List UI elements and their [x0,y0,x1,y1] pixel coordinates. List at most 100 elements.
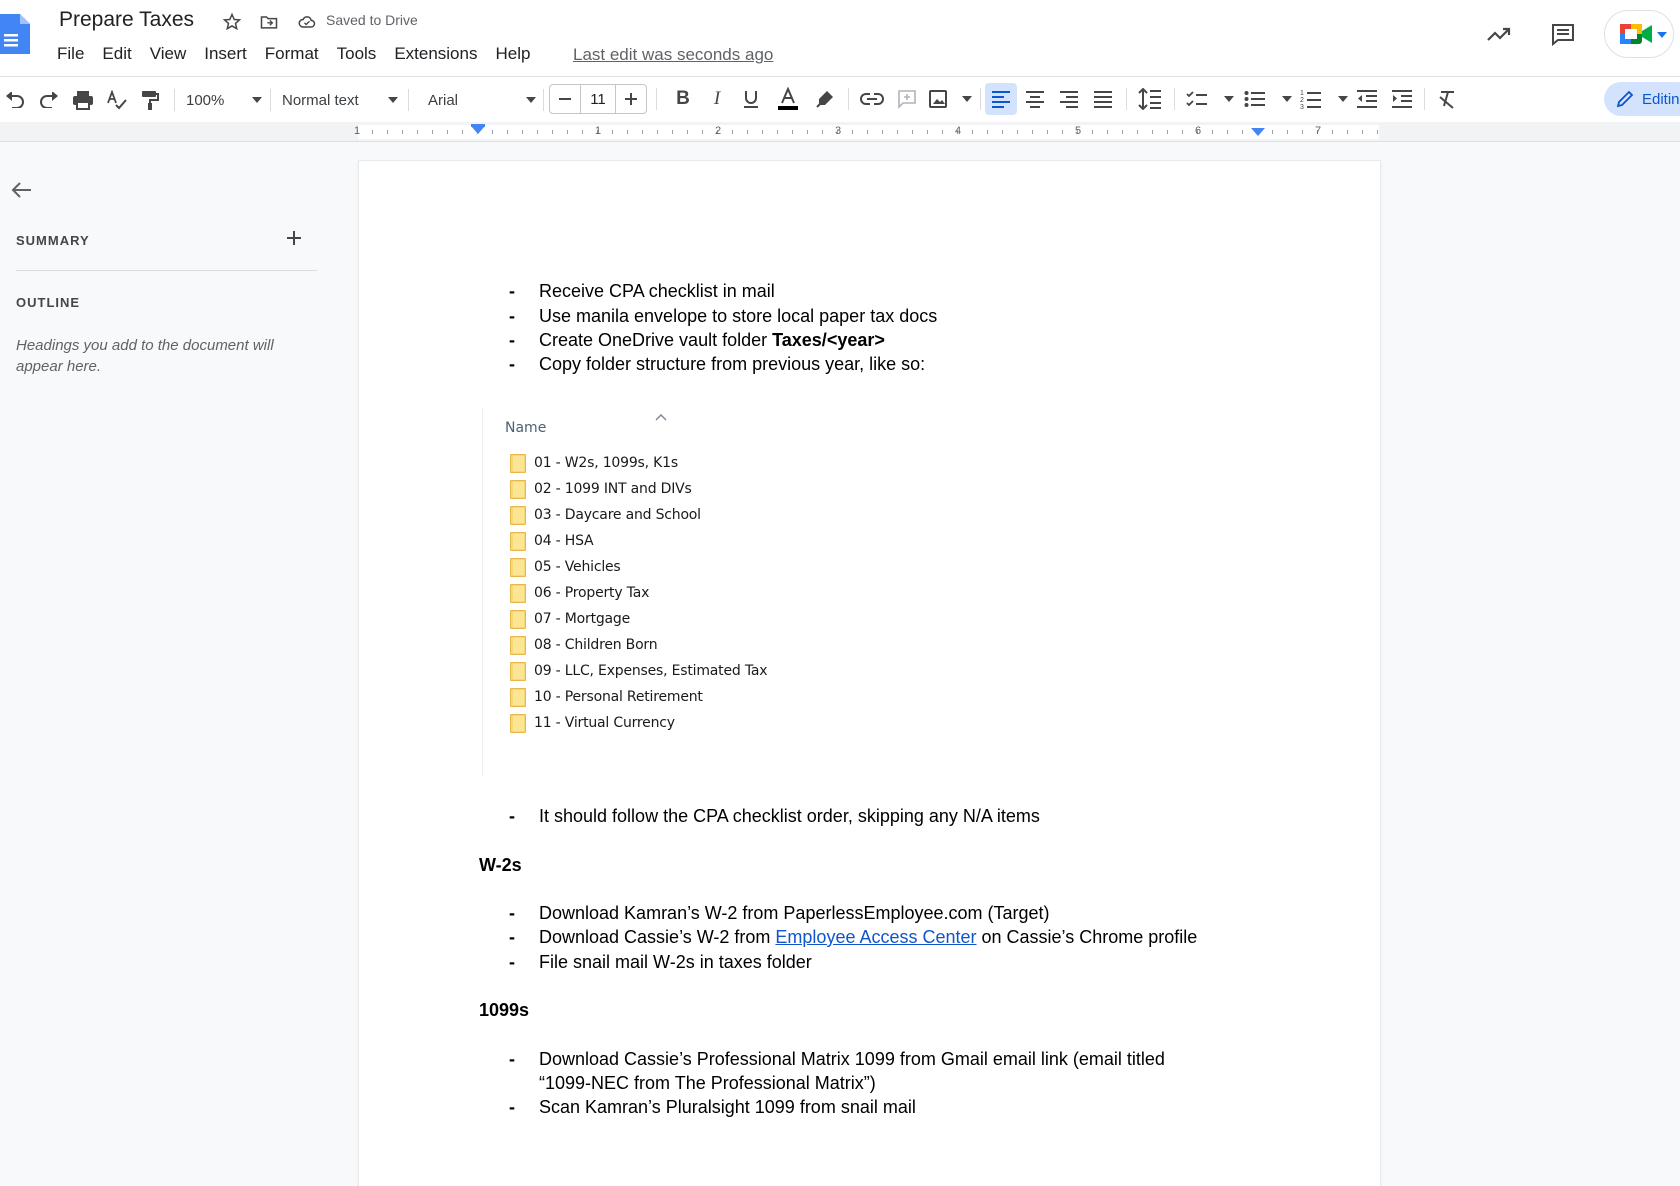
section-heading-w2: W-2s [479,855,522,875]
save-status: Saved to Drive [326,12,418,28]
ruler-tick [1212,130,1213,134]
list-item: Download Kamran’s W-2 from PaperlessEmpl… [539,903,1050,923]
folder-structure-image[interactable]: Name 01 - W2s, 1099s, K1s 02 - 1099 INT … [482,408,782,776]
last-edit-link[interactable]: Last edit was seconds ago [573,45,773,65]
folder-path-bold: Taxes/<year> [772,330,885,350]
ruler-tick [1122,130,1123,134]
menu-format[interactable]: Format [265,44,328,64]
ruler-tick [747,130,748,134]
zoom-select[interactable]: 100% [186,85,262,115]
minus-icon [559,98,571,100]
menu-help[interactable]: Help [495,44,539,64]
document-title[interactable]: Prepare Taxes [59,8,194,32]
list-item: Receive CPA checklist in mail [539,281,775,301]
menu-file[interactable]: File [57,44,93,64]
folder-label: 10 - Personal Retirement [534,689,703,705]
toolbar: 100% Normal text Arial [0,76,1680,122]
folder-label: 11 - Virtual Currency [534,715,675,731]
ruler-number: 5 [1074,125,1082,137]
list-bullet: - [509,952,515,972]
ruler-tick [1152,130,1153,134]
ruler-tick [882,130,883,134]
folder-label: 09 - LLC, Expenses, Estimated Tax [534,663,768,679]
increase-font-size-button[interactable] [616,85,646,113]
folder-label: 02 - 1099 INT and DIVs [534,481,692,497]
toolbar-divider [543,89,544,111]
comments-icon[interactable] [1547,18,1579,50]
folder-icon [510,609,526,629]
right-indent-marker[interactable] [1251,128,1265,136]
ruler-tick [387,130,388,134]
menu-view[interactable]: View [150,44,196,64]
employee-access-center-link[interactable]: Employee Access Center [775,927,976,947]
menu-extensions[interactable]: Extensions [394,44,486,64]
font-size-input[interactable]: 11 [580,85,616,113]
ruler-number: 7 [1314,125,1322,137]
left-indent-marker[interactable] [471,126,485,134]
list-bullet: - [509,806,515,826]
docs-logo-icon[interactable] [0,12,30,56]
folder-row: 01 - W2s, 1099s, K1s [510,452,678,474]
list-bullet: - [509,306,515,326]
plus-icon [625,93,637,105]
ruler-tick [417,130,418,134]
ruler-tick [552,130,553,134]
ruler-tick [642,130,643,134]
ruler-tick [582,130,583,134]
decrease-font-size-button[interactable] [550,85,580,113]
first-line-indent-marker[interactable] [471,124,485,127]
add-summary-icon[interactable] [284,228,306,250]
editing-label: Editing [1642,90,1680,108]
list-item: Scan Kamran’s Pluralsight 1099 from snai… [539,1097,916,1117]
folder-row: 08 - Children Born [510,634,658,656]
folder-icon [510,583,526,603]
close-outline-back-icon[interactable] [10,178,36,204]
ruler-tick [852,130,853,134]
ruler-tick [927,130,928,134]
ruler-tick [537,130,538,134]
folder-icon [510,661,526,681]
ruler-tick [972,130,973,134]
font-select[interactable]: Arial [420,85,536,115]
list-item-text: on Cassie’s Chrome profile [976,927,1198,947]
outline-hint: Headings you add to the document will ap… [16,337,274,375]
ruler-tick [1182,130,1183,134]
ruler-tick [462,130,463,134]
name-column-header: Name [505,420,547,436]
undo-icon[interactable] [2,85,28,115]
style-value: Normal text [282,91,359,109]
style-select[interactable]: Normal text [282,85,398,115]
folder-icon [510,557,526,577]
list-item: Download Cassie’s W-2 from Employee Acce… [539,927,1197,948]
folder-label: 08 - Children Born [534,637,658,653]
folder-label: 03 - Daycare and School [534,507,701,523]
menu-insert[interactable]: Insert [204,44,256,64]
ruler-tick [612,130,613,134]
paint-format-icon[interactable] [137,85,163,115]
editing-mode-button[interactable]: Editing [1604,82,1680,116]
activity-trend-icon[interactable] [1483,18,1515,50]
menu-tools[interactable]: Tools [337,44,386,64]
star-icon[interactable] [220,10,244,34]
ruler-tick [1062,130,1063,134]
meet-button[interactable] [1604,10,1674,58]
list-bullet: - [509,1049,515,1069]
ruler-tick [702,130,703,134]
folder-row: 05 - Vehicles [510,556,621,578]
ruler-tick [762,130,763,134]
menu-edit[interactable]: Edit [102,44,140,64]
cloud-saved-icon[interactable] [295,10,319,34]
ruler[interactable]: 1 1 2 3 4 5 6 7 [0,122,1680,142]
print-icon[interactable] [70,85,96,115]
list-bullet: - [509,927,515,947]
ruler-tick [402,130,403,134]
folder-row: 07 - Mortgage [510,608,630,630]
ruler-number: 1 [594,125,602,137]
ruler-tick [522,130,523,134]
folder-row: 11 - Virtual Currency [510,712,675,734]
redo-icon[interactable] [36,85,62,115]
move-folder-icon[interactable] [257,10,281,34]
list-item-continuation: “1099-NEC from The Professional Matrix”) [539,1073,876,1093]
spellcheck-icon[interactable] [104,85,130,115]
ruler-tick [777,130,778,134]
